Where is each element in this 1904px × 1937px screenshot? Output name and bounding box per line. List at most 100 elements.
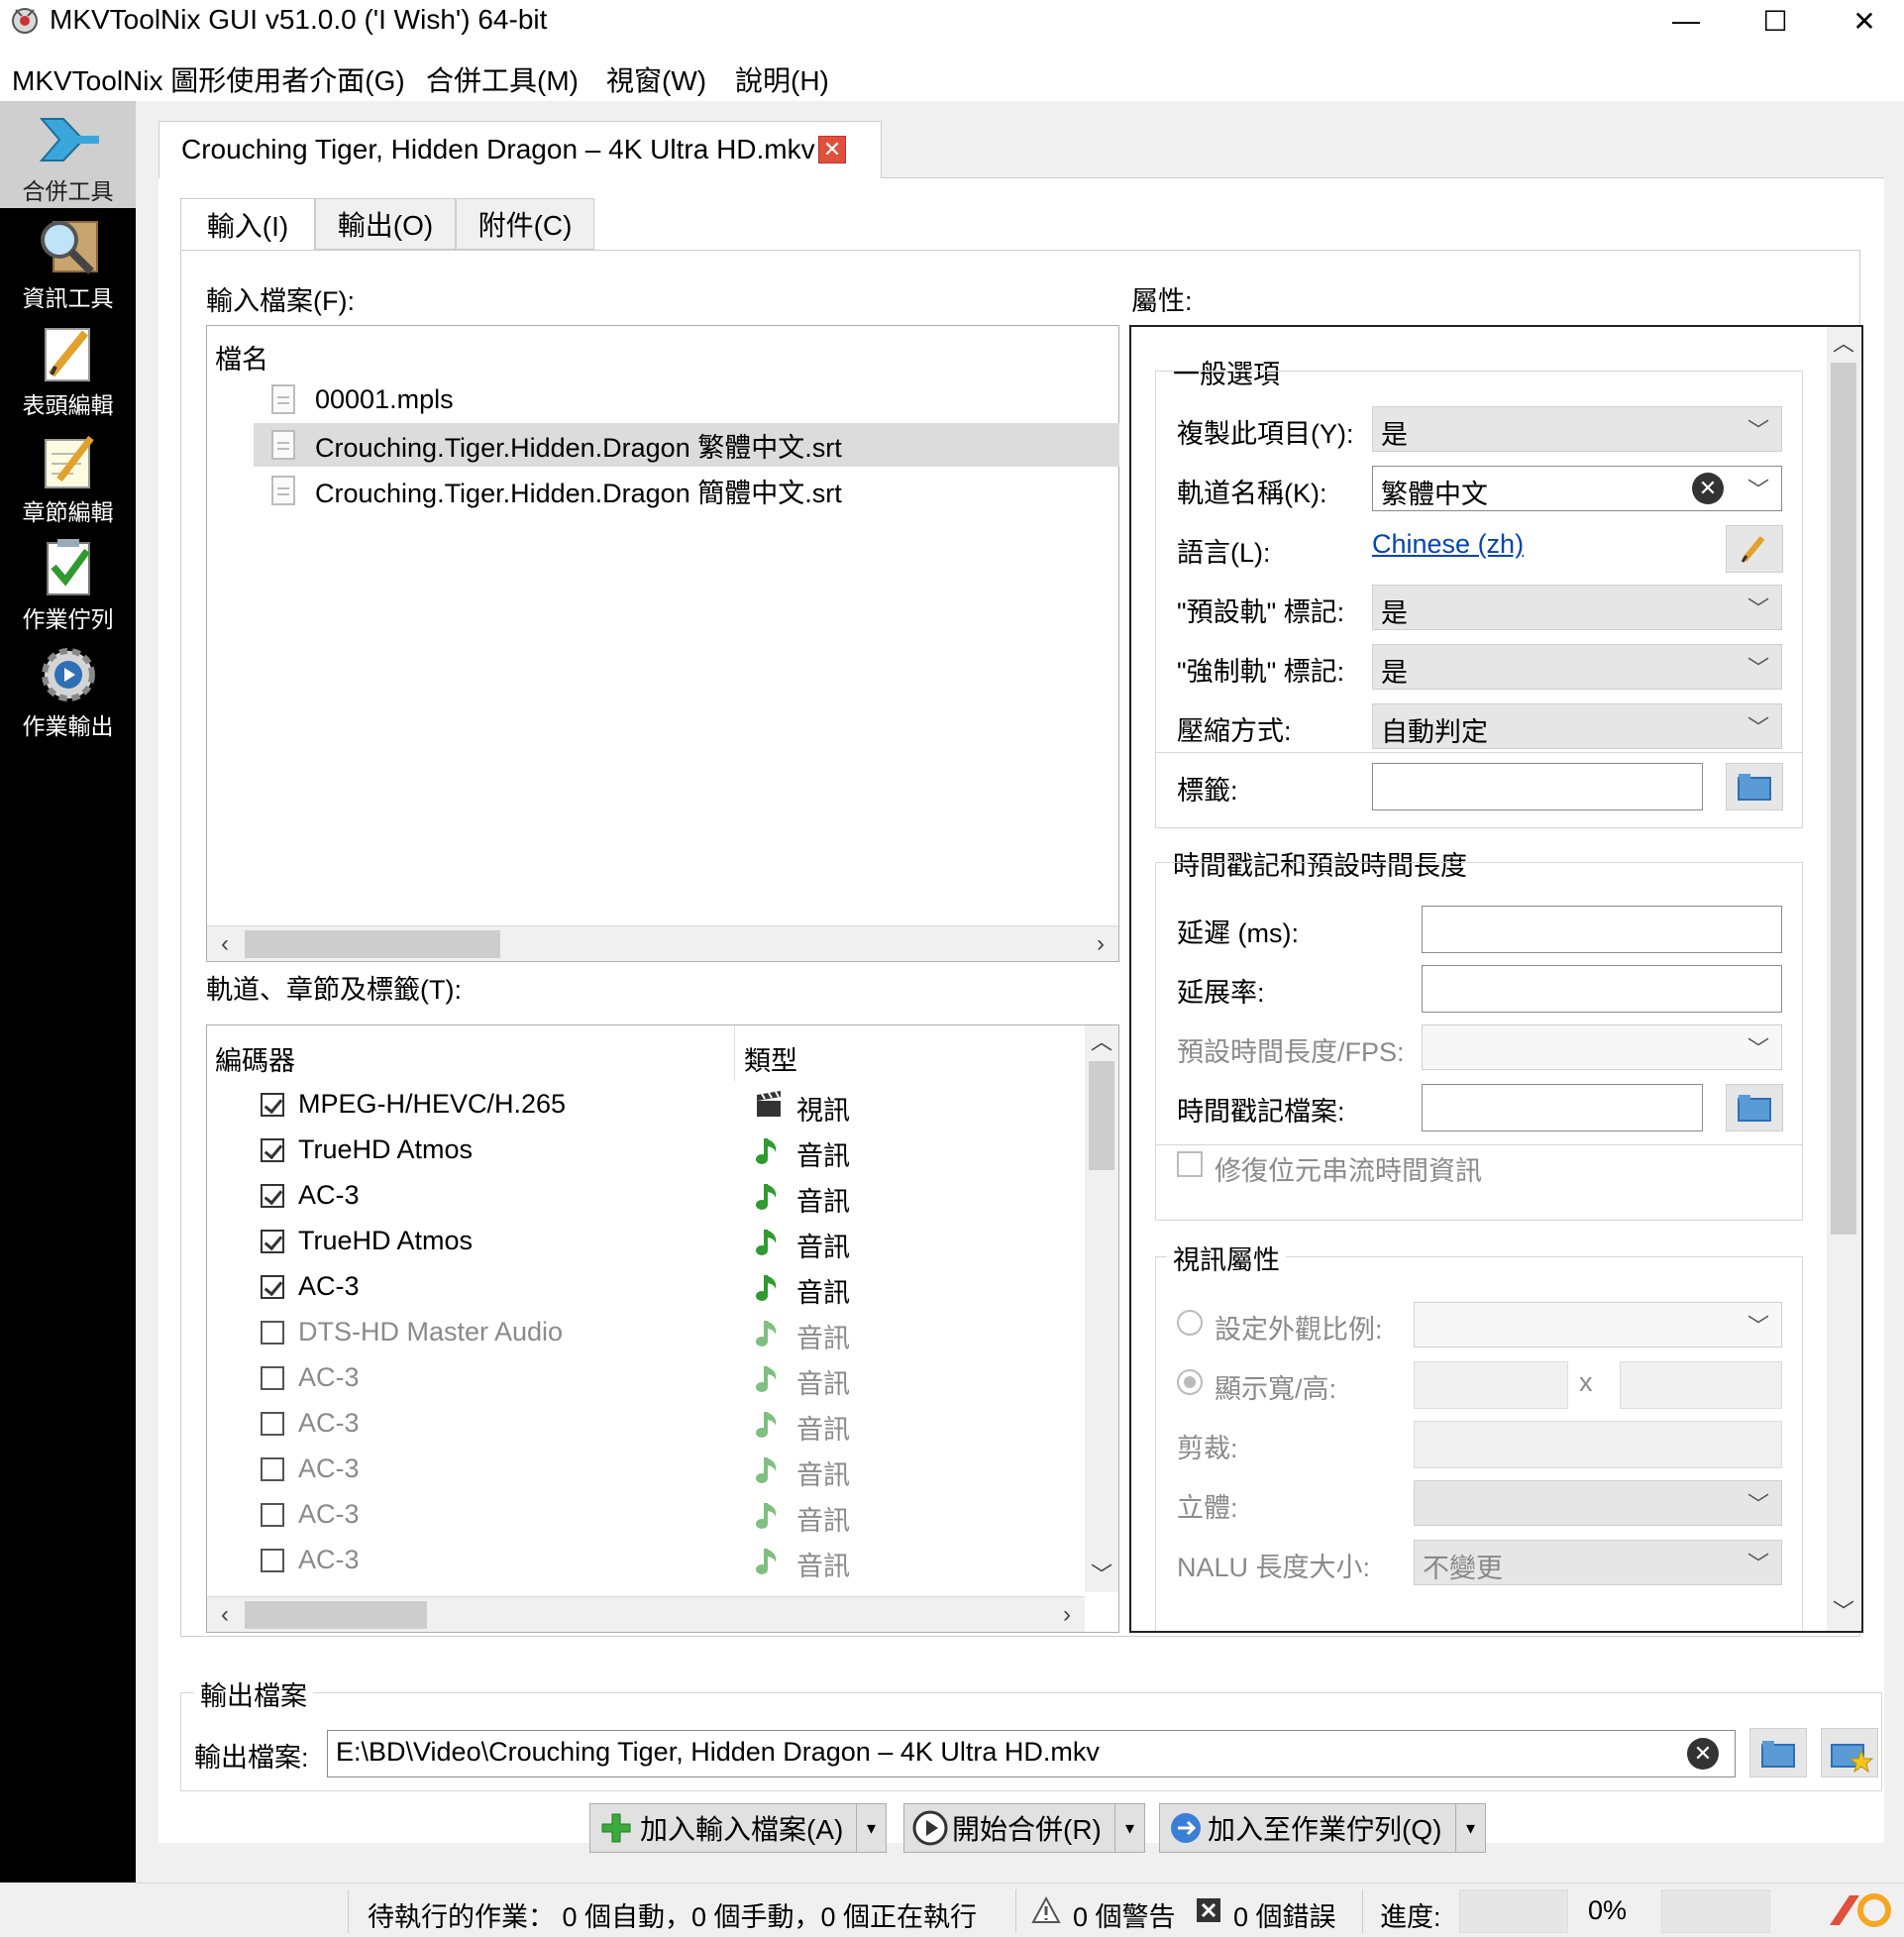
- add-to-queue-button[interactable]: 加入至作業佇列(Q) ▾: [1159, 1803, 1486, 1853]
- aspect-ratio-select[interactable]: ﹀: [1414, 1302, 1782, 1347]
- magnifier-icon: [40, 221, 98, 274]
- sidebar-item-job-queue[interactable]: 作業佇列: [0, 529, 136, 636]
- music-note-icon: [756, 1275, 777, 1301]
- table-row[interactable]: AC-3 音訊: [207, 1448, 1079, 1493]
- scroll-left-icon[interactable]: ‹: [207, 1597, 243, 1632]
- track-checkbox[interactable]: [261, 1503, 284, 1527]
- track-type: 音訊: [796, 1506, 850, 1536]
- queue-add-icon: [1171, 1813, 1201, 1843]
- warnings-count[interactable]: 0 個警告: [1073, 1895, 1176, 1934]
- track-checkbox[interactable]: [261, 1412, 284, 1436]
- chevron-down-icon[interactable]: ▾: [856, 1804, 886, 1852]
- add-input-button[interactable]: 加入輸入檔案(A) ▾: [589, 1803, 887, 1853]
- display-wh-radio[interactable]: [1177, 1369, 1203, 1395]
- scroll-up-icon[interactable]: ︿: [1085, 1025, 1118, 1059]
- scrollbar-thumb[interactable]: [1831, 363, 1856, 1235]
- track-checkbox[interactable]: [261, 1275, 284, 1299]
- tab-output[interactable]: 輸出(O): [315, 198, 456, 250]
- stereo-select[interactable]: ﹀: [1414, 1480, 1782, 1526]
- sidebar-item-merge[interactable]: 合併工具: [0, 101, 136, 208]
- music-note-icon: [756, 1138, 777, 1164]
- maximize-button[interactable]: ☐: [1736, 0, 1815, 42]
- chevron-down-icon[interactable]: ▾: [1114, 1804, 1144, 1852]
- files-hscrollbar[interactable]: ‹ ›: [207, 925, 1118, 961]
- track-checkbox[interactable]: [261, 1366, 284, 1390]
- errors-count[interactable]: 0 個錯誤: [1233, 1895, 1336, 1934]
- track-type: 音訊: [796, 1141, 850, 1171]
- sidebar-item-chapter-editor[interactable]: 章節編輯: [0, 422, 136, 529]
- table-row[interactable]: AC-3 音訊: [207, 1402, 1079, 1448]
- display-height-input[interactable]: [1620, 1361, 1782, 1409]
- scroll-up-icon[interactable]: ︿: [1827, 327, 1860, 361]
- list-item[interactable]: Crouching.Tiger.Hidden.Dragon 簡體中文.srt: [254, 469, 1119, 512]
- sidebar-item-header-editor[interactable]: 表頭編輯: [0, 315, 136, 422]
- output-file-input[interactable]: E:\BD\Video\Crouching Tiger, Hidden Drag…: [327, 1730, 1736, 1777]
- start-merge-button[interactable]: 開始合併(R) ▾: [903, 1803, 1145, 1853]
- sidebar-item-job-output[interactable]: 作業輸出: [0, 636, 136, 743]
- music-note-icon: [756, 1457, 777, 1483]
- scroll-right-icon[interactable]: ›: [1049, 1597, 1085, 1632]
- tab-attachments[interactable]: 附件(C): [456, 198, 594, 250]
- clear-icon[interactable]: ✕: [1687, 1738, 1719, 1770]
- job-status-text: 待執行的作業： 0 個自動，0 個手動，0 個正在執行: [368, 1902, 978, 1932]
- menu-merge[interactable]: 合併工具(M): [426, 59, 579, 99]
- track-checkbox[interactable]: [261, 1184, 284, 1208]
- aspect-ratio-radio[interactable]: [1177, 1310, 1203, 1336]
- recent-output-button[interactable]: [1821, 1728, 1878, 1777]
- tab-input[interactable]: 輸入(I): [180, 198, 315, 251]
- app-logo-icon: [12, 8, 38, 34]
- crop-input[interactable]: [1414, 1421, 1782, 1468]
- scrollbar-thumb[interactable]: [245, 1601, 427, 1629]
- scroll-left-icon[interactable]: ‹: [207, 926, 243, 962]
- scroll-right-icon[interactable]: ›: [1083, 926, 1118, 962]
- track-checkbox[interactable]: [261, 1321, 284, 1345]
- scroll-down-icon[interactable]: ﹀: [1827, 1595, 1860, 1629]
- type-column-header[interactable]: 類型: [744, 1039, 797, 1078]
- aspect-ratio-label: 設定外觀比例:: [1215, 1315, 1383, 1345]
- filename-column-header[interactable]: 檔名: [215, 338, 268, 377]
- properties-vscrollbar[interactable]: ︿ ﹀: [1827, 327, 1860, 1631]
- table-row[interactable]: TrueHD Atmos 音訊: [207, 1220, 1079, 1265]
- track-checkbox[interactable]: [261, 1093, 284, 1117]
- table-row[interactable]: DTS-HD Master Audio 音訊: [207, 1311, 1079, 1356]
- tracks-vscrollbar[interactable]: ︿ ﹀: [1085, 1025, 1118, 1592]
- display-width-input[interactable]: [1414, 1361, 1568, 1409]
- scroll-down-icon[interactable]: ﹀: [1085, 1559, 1118, 1592]
- table-row[interactable]: AC-3 音訊: [207, 1539, 1079, 1584]
- document-tab[interactable]: Crouching Tiger, Hidden Dragon – 4K Ultr…: [159, 121, 882, 178]
- table-row[interactable]: AC-3 音訊: [207, 1493, 1079, 1539]
- scrollbar-thumb[interactable]: [1089, 1061, 1114, 1170]
- progress-bar: [1459, 1889, 1568, 1933]
- track-checkbox[interactable]: [261, 1549, 284, 1572]
- output-file-group-title: 輸出檔案: [194, 1674, 313, 1713]
- scrollbar-thumb[interactable]: [245, 930, 500, 958]
- menu-gui[interactable]: MKVToolNix 圖形使用者介面(G): [12, 59, 405, 99]
- list-item[interactable]: 00001.mpls: [254, 377, 1119, 421]
- table-row[interactable]: AC-3 音訊: [207, 1174, 1079, 1220]
- track-checkbox[interactable]: [261, 1138, 284, 1162]
- tracks-list[interactable]: 編碼器 類型 MPEG-H/HEVC/H.265 視訊 TrueHD Atmos 音訊…: [206, 1024, 1119, 1633]
- table-row[interactable]: AC-3 音訊: [207, 1265, 1079, 1311]
- menu-window[interactable]: 視窗(W): [606, 59, 706, 99]
- track-type: 音訊: [796, 1187, 850, 1217]
- codec-column-header[interactable]: 編碼器: [215, 1039, 295, 1078]
- close-window-button[interactable]: ✕: [1825, 0, 1904, 42]
- close-tab-icon[interactable]: ✕: [818, 136, 846, 163]
- sidebar-item-info[interactable]: 資訊工具: [0, 208, 136, 315]
- input-files-list[interactable]: 檔名 00001.mpls Crouching.Tiger.Hidden.Dra…: [206, 325, 1119, 962]
- sidebar-item-label: 作業佇列: [22, 606, 114, 632]
- table-row[interactable]: TrueHD Atmos 音訊: [207, 1129, 1079, 1174]
- list-item[interactable]: Crouching.Tiger.Hidden.Dragon 繁體中文.srt: [254, 423, 1119, 467]
- table-row[interactable]: AC-3 音訊: [207, 1356, 1079, 1402]
- table-row[interactable]: MPEG-H/HEVC/H.265 視訊: [207, 1083, 1079, 1129]
- music-note-icon: [756, 1412, 777, 1438]
- tracks-hscrollbar[interactable]: ‹ ›: [207, 1596, 1085, 1632]
- browse-output-button[interactable]: [1749, 1728, 1807, 1777]
- menu-help[interactable]: 說明(H): [735, 59, 829, 99]
- track-checkbox[interactable]: [261, 1230, 284, 1253]
- chevron-down-icon[interactable]: ▾: [1455, 1804, 1485, 1852]
- nalu-select[interactable]: 不變更 ﹀: [1414, 1540, 1782, 1585]
- sidebar-item-label: 資訊工具: [22, 285, 114, 311]
- track-checkbox[interactable]: [261, 1457, 284, 1481]
- minimize-button[interactable]: —: [1646, 0, 1726, 42]
